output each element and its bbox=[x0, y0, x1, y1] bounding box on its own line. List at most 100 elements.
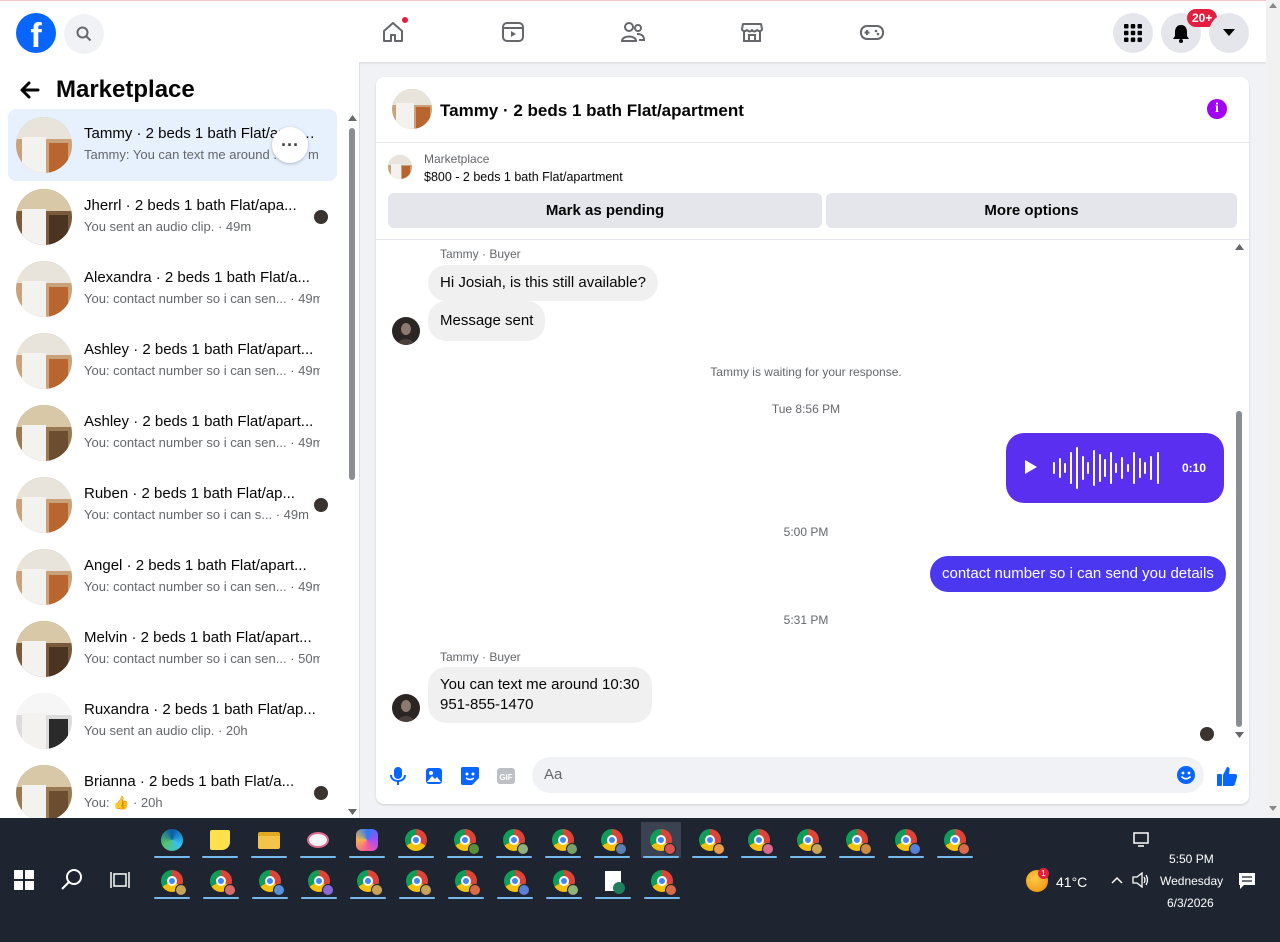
taskbar-app-button[interactable] bbox=[641, 822, 681, 858]
taskbar-search-button[interactable] bbox=[60, 868, 84, 897]
sticker-button[interactable] bbox=[459, 765, 481, 787]
nav-video[interactable] bbox=[500, 19, 526, 45]
listing-thumbnail[interactable] bbox=[388, 155, 412, 179]
search-button[interactable] bbox=[64, 14, 104, 54]
running-indicator bbox=[937, 856, 973, 858]
back-arrow-icon[interactable] bbox=[18, 78, 42, 102]
taskbar-app-button[interactable] bbox=[152, 863, 192, 899]
paint-icon bbox=[307, 832, 329, 848]
conversation-item[interactable]: Ashley · 2 beds 1 bath Flat/apart... You:… bbox=[8, 325, 337, 397]
taskbar-app-button[interactable] bbox=[739, 822, 779, 858]
taskbar-app-button[interactable] bbox=[397, 863, 437, 899]
message-input[interactable]: Aa bbox=[532, 757, 1204, 793]
scroll-down-icon[interactable] bbox=[1269, 806, 1277, 812]
nav-gaming[interactable] bbox=[859, 19, 885, 45]
conversation-options-button[interactable]: ··· bbox=[272, 127, 308, 163]
taskbar-app-button[interactable] bbox=[200, 822, 240, 858]
listing-price-title[interactable]: $800 - 2 beds 1 bath Flat/apartment bbox=[424, 170, 623, 184]
taskbar-app-button[interactable] bbox=[543, 822, 583, 858]
conversation-item[interactable]: Angel · 2 beds 1 bath Flat/apart... You: … bbox=[8, 541, 337, 613]
nav-home[interactable] bbox=[380, 16, 409, 45]
taskbar-app-button[interactable] bbox=[593, 863, 633, 899]
scroll-up-icon[interactable] bbox=[348, 114, 357, 122]
account-menu-button[interactable] bbox=[1209, 13, 1249, 53]
taskbar-app-button[interactable] bbox=[837, 822, 877, 858]
sender-avatar[interactable] bbox=[392, 317, 420, 345]
menu-button[interactable] bbox=[1113, 13, 1153, 53]
conversation-item[interactable]: Ashley · 2 beds 1 bath Flat/apart... You:… bbox=[8, 397, 337, 469]
taskbar-app-button[interactable] bbox=[642, 863, 682, 899]
taskbar-app-button[interactable] bbox=[446, 863, 486, 899]
play-icon[interactable] bbox=[1024, 459, 1038, 475]
network-tray-icon[interactable] bbox=[1133, 832, 1151, 853]
taskbar-app-button[interactable] bbox=[299, 863, 339, 899]
conversation-item[interactable]: Ruben · 2 beds 1 bath Flat/ap... You: con… bbox=[8, 469, 337, 541]
incoming-message[interactable]: Hi Josiah, is this still available? bbox=[428, 265, 658, 301]
clock-day[interactable]: Wednesday bbox=[1160, 874, 1223, 888]
running-indicator bbox=[300, 856, 336, 858]
facebook-logo[interactable]: f bbox=[16, 13, 56, 53]
scrollbar-thumb[interactable] bbox=[1236, 411, 1242, 727]
taskbar-app-button[interactable] bbox=[494, 822, 534, 858]
conversation-item[interactable]: Tammy · 2 beds 1 bath Flat/apartment Tamm… bbox=[8, 109, 337, 181]
volume-icon[interactable] bbox=[1132, 872, 1150, 888]
conversation-list-scrollbar[interactable] bbox=[347, 114, 357, 818]
notification-center-icon[interactable] bbox=[1238, 872, 1256, 890]
audio-message[interactable]: 0:10 bbox=[1006, 433, 1224, 503]
outgoing-message[interactable]: contact number so i can send you details bbox=[930, 556, 1226, 592]
nav-marketplace[interactable] bbox=[739, 19, 765, 45]
taskbar-app-button[interactable] bbox=[495, 863, 535, 899]
voice-clip-button[interactable] bbox=[387, 765, 409, 787]
conversation-item[interactable]: Ruxandra · 2 beds 1 bath Flat/ap... You s… bbox=[8, 685, 337, 757]
conversation-item[interactable]: Alexandra · 2 beds 1 bath Flat/a... You: … bbox=[8, 253, 337, 325]
attach-photo-button[interactable] bbox=[423, 765, 445, 787]
taskbar-app-button[interactable] bbox=[250, 863, 290, 899]
taskbar-app-button[interactable] bbox=[348, 863, 388, 899]
listing-thumbnail bbox=[16, 405, 72, 461]
conversation-item[interactable]: Brianna · 2 beds 1 bath Flat/a... You: 👍 … bbox=[8, 757, 337, 818]
taskbar-app-button[interactable] bbox=[935, 822, 975, 858]
chat-scrollbar[interactable] bbox=[1233, 241, 1245, 741]
scroll-down-icon[interactable] bbox=[1235, 731, 1244, 739]
participant-avatar bbox=[313, 497, 329, 513]
incoming-message[interactable]: You can text me around 10:30 951-855-147… bbox=[428, 667, 652, 723]
task-view-button[interactable] bbox=[110, 870, 130, 895]
chevron-up-icon[interactable] bbox=[1111, 876, 1123, 884]
scroll-up-icon[interactable] bbox=[1269, 2, 1277, 8]
taskbar-app-button[interactable] bbox=[788, 822, 828, 858]
scroll-up-icon[interactable] bbox=[1235, 243, 1244, 251]
page-scrollbar[interactable] bbox=[1266, 0, 1280, 818]
chrome-profile-icon bbox=[944, 829, 970, 855]
taskbar-app-button[interactable] bbox=[445, 822, 485, 858]
like-button[interactable] bbox=[1216, 765, 1238, 787]
taskbar-app-button[interactable] bbox=[592, 822, 632, 858]
taskbar-app-button[interactable] bbox=[152, 822, 192, 858]
taskbar-app-button[interactable] bbox=[201, 863, 241, 899]
clock-time[interactable]: 5:50 PM bbox=[1169, 852, 1214, 866]
taskbar-app-button[interactable] bbox=[396, 822, 436, 858]
more-options-button[interactable]: More options bbox=[826, 193, 1237, 228]
taskbar-app-button[interactable] bbox=[347, 822, 387, 858]
info-icon[interactable]: i bbox=[1207, 99, 1227, 119]
nav-friends[interactable] bbox=[620, 19, 646, 45]
conversation-item[interactable]: Jherrl · 2 beds 1 bath Flat/apa... You se… bbox=[8, 181, 337, 253]
taskbar-app-button[interactable] bbox=[544, 863, 584, 899]
weather-temperature[interactable]: 41°C bbox=[1056, 874, 1087, 890]
file-explorer-icon bbox=[258, 831, 280, 849]
incoming-message[interactable]: Message sent bbox=[428, 301, 546, 341]
emoji-icon[interactable] bbox=[1176, 765, 1196, 785]
taskbar-app-button[interactable] bbox=[298, 822, 338, 858]
taskbar-app-button[interactable] bbox=[690, 822, 730, 858]
mark-as-pending-button[interactable]: Mark as pending bbox=[388, 193, 822, 228]
gif-button[interactable]: GIF bbox=[495, 765, 517, 787]
scroll-down-icon[interactable] bbox=[348, 808, 357, 816]
sender-avatar[interactable] bbox=[392, 694, 420, 722]
conversation-item[interactable]: Melvin · 2 beds 1 bath Flat/apart... You:… bbox=[8, 613, 337, 685]
chat-title[interactable]: Tammy · 2 beds 1 bath Flat/apartment bbox=[440, 101, 744, 121]
scrollbar-thumb[interactable] bbox=[349, 128, 355, 480]
taskbar-app-button[interactable] bbox=[886, 822, 926, 858]
clock-date[interactable]: 6/3/2026 bbox=[1167, 896, 1214, 910]
start-button[interactable] bbox=[14, 870, 34, 895]
listing-avatar[interactable] bbox=[392, 89, 432, 129]
taskbar-app-button[interactable] bbox=[249, 822, 289, 858]
